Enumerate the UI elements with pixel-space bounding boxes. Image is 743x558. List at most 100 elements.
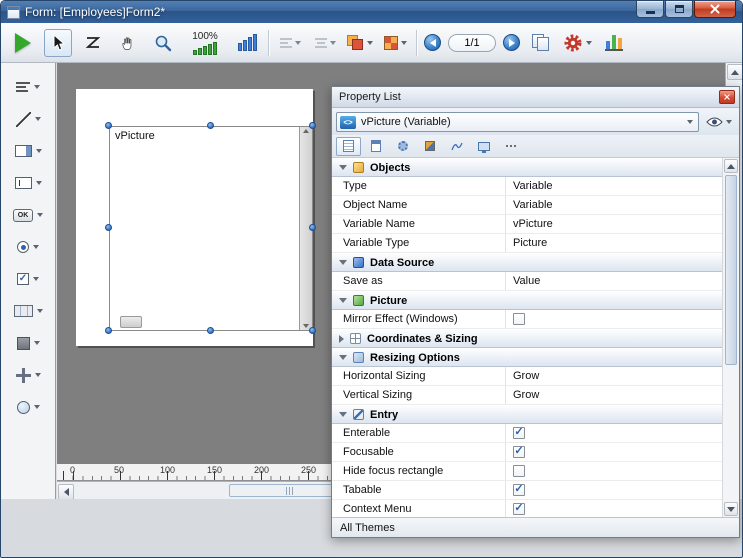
chevron-down-icon xyxy=(37,213,43,217)
selection-handle[interactable] xyxy=(309,224,316,231)
scroll-thumb[interactable] xyxy=(725,175,737,365)
section-header-entry[interactable]: Entry xyxy=(332,405,722,424)
mirror-effect-checkbox[interactable] xyxy=(513,313,525,325)
tab-chart[interactable] xyxy=(444,137,469,156)
property-list-close-button[interactable] xyxy=(719,90,735,104)
section-header-objects[interactable]: Objects xyxy=(332,158,722,177)
property-list-title: Property List xyxy=(339,91,401,103)
disclosure-triangle-icon xyxy=(339,298,347,303)
pointer-tool-button[interactable] xyxy=(44,29,72,57)
display-scale-button[interactable] xyxy=(233,29,261,57)
chevron-down-icon xyxy=(35,373,41,377)
distribute-objects-button[interactable] xyxy=(311,29,339,57)
object-hscroll-thumb[interactable] xyxy=(120,316,142,328)
selection-handle[interactable] xyxy=(309,327,316,334)
line-tool-button[interactable] xyxy=(6,107,50,131)
property-theme-tabs xyxy=(332,135,739,158)
zoom-bars-icon xyxy=(193,42,217,55)
flag-icon xyxy=(425,141,435,151)
zoom-tool-button[interactable] xyxy=(149,29,177,57)
hide-focus-rectangle-checkbox[interactable] xyxy=(513,465,525,477)
text-tool-button[interactable] xyxy=(6,75,50,99)
previous-page-button[interactable] xyxy=(424,34,441,51)
button-tool-button[interactable]: OK xyxy=(6,203,50,227)
combo-box-icon xyxy=(15,145,32,157)
selection-handle[interactable] xyxy=(309,122,316,129)
property-list-scrollbar[interactable] xyxy=(722,158,739,517)
objects-icon xyxy=(353,162,364,173)
splitter-tool-button[interactable] xyxy=(6,363,50,387)
scroll-up-button[interactable] xyxy=(724,159,738,173)
property-value[interactable]: Grow xyxy=(505,367,722,385)
property-list-titlebar[interactable]: Property List xyxy=(332,87,739,108)
manage-pages-button[interactable] xyxy=(527,29,555,57)
property-label: Variable Name xyxy=(332,215,505,233)
property-label: Horizontal Sizing xyxy=(332,367,505,385)
enterable-checkbox[interactable] xyxy=(513,427,525,439)
property-value[interactable]: Picture xyxy=(505,234,722,252)
tab-events[interactable] xyxy=(417,137,442,156)
minimize-button[interactable] xyxy=(636,1,664,18)
section-header-resizing-options[interactable]: Resizing Options xyxy=(332,348,722,367)
selection-handle[interactable] xyxy=(105,327,112,334)
close-button[interactable] xyxy=(694,1,736,18)
order-entry-tool-button[interactable] xyxy=(79,29,107,57)
selection-handle[interactable] xyxy=(207,327,214,334)
maximize-button[interactable] xyxy=(665,1,693,18)
checkbox-tool-button[interactable] xyxy=(6,267,50,291)
property-value[interactable]: Grow xyxy=(505,386,722,404)
selection-handle[interactable] xyxy=(207,122,214,129)
tab-display[interactable] xyxy=(471,137,496,156)
radio-button-icon xyxy=(17,241,29,253)
button-bar-tool-button[interactable] xyxy=(6,299,50,323)
chevron-down-icon xyxy=(295,41,301,45)
picture-variable-object[interactable]: vPicture xyxy=(109,126,313,331)
zoom-level-control[interactable]: 100% xyxy=(184,31,226,55)
input-field-tool-button[interactable] xyxy=(6,171,50,195)
execute-form-button[interactable] xyxy=(9,29,37,57)
level-objects-button[interactable] xyxy=(346,29,374,57)
combo-box-tool-button[interactable] xyxy=(6,139,50,163)
tab-settings[interactable] xyxy=(390,137,415,156)
scroll-track[interactable] xyxy=(723,174,739,501)
insert-chart-button[interactable] xyxy=(600,29,628,57)
duplicate-grid-button[interactable] xyxy=(381,29,409,57)
section-header-data-source[interactable]: Data Source xyxy=(332,253,722,272)
property-value[interactable]: Variable xyxy=(505,177,722,195)
tab-more[interactable] xyxy=(498,137,523,156)
property-value[interactable]: Variable xyxy=(505,196,722,214)
align-objects-button[interactable] xyxy=(276,29,304,57)
scroll-down-button[interactable] xyxy=(724,502,738,516)
next-page-button[interactable] xyxy=(503,34,520,51)
tabable-checkbox[interactable] xyxy=(513,484,525,496)
section-header-picture[interactable]: Picture xyxy=(332,291,722,310)
form-properties-button[interactable] xyxy=(562,29,593,57)
curve-icon xyxy=(451,141,463,151)
pan-tool-button[interactable] xyxy=(114,29,142,57)
resizing-icon xyxy=(353,352,364,363)
titlebar[interactable]: Form: [Employees]Form2* xyxy=(1,1,742,23)
context-menu-checkbox[interactable] xyxy=(513,503,525,515)
object-selector-dropdown[interactable]: <> vPicture (Variable) xyxy=(336,112,699,132)
radio-button-tool-button[interactable] xyxy=(6,235,50,259)
tab-page[interactable] xyxy=(363,137,388,156)
tab-property-list[interactable] xyxy=(336,137,361,156)
section-header-coordinates-sizing[interactable]: Coordinates & Sizing xyxy=(332,329,722,348)
oval-tool-button[interactable] xyxy=(6,395,50,419)
rectangle-tool-button[interactable] xyxy=(6,331,50,355)
selection-handle[interactable] xyxy=(105,122,112,129)
section-label: Data Source xyxy=(370,257,434,269)
themes-footer[interactable]: All Themes xyxy=(332,517,739,537)
disclosure-triangle-icon xyxy=(339,412,347,417)
scroll-up-button[interactable] xyxy=(727,64,743,80)
property-value[interactable]: vPicture xyxy=(505,215,722,233)
main-toolbar: 100% 1/1 xyxy=(1,23,742,63)
selection-handle[interactable] xyxy=(105,224,112,231)
scroll-left-button[interactable] xyxy=(58,484,74,500)
view-options-button[interactable] xyxy=(703,115,735,129)
form-page[interactable]: vPicture xyxy=(76,89,313,346)
chevron-down-icon xyxy=(34,341,40,345)
focusable-checkbox[interactable] xyxy=(513,446,525,458)
property-value[interactable]: Value xyxy=(505,272,722,290)
scroll-down-icon xyxy=(303,324,309,328)
